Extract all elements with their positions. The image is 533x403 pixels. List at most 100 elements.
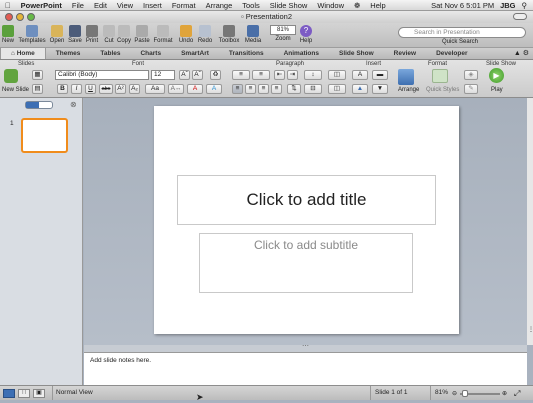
notes-splitter[interactable]: ⋯ (84, 343, 527, 352)
shape-button[interactable]: ▬ (372, 70, 388, 80)
fit-to-window-icon[interactable]: ⤢ (514, 389, 520, 399)
subscript-button[interactable]: A₂ (129, 84, 140, 94)
copy-button[interactable]: Copy (116, 25, 132, 44)
format-painter-button[interactable]: Format (152, 25, 174, 44)
tab-review[interactable]: Review (384, 48, 426, 59)
tab-transitions[interactable]: Transitions (219, 48, 274, 59)
font-name-select[interactable]: Calibri (Body) (55, 70, 149, 80)
character-spacing-button[interactable]: A↔ (168, 84, 184, 94)
menu-file[interactable]: File (67, 1, 89, 10)
shrink-font-button[interactable]: Aˇ (192, 70, 203, 80)
shape-line-button[interactable]: ✎ (464, 84, 478, 94)
slide-show-view-button[interactable]: ▣ (33, 389, 45, 398)
arrange-button[interactable]: Arrange (398, 87, 419, 93)
clear-formatting-button[interactable]: ♻ (210, 70, 221, 80)
zoom-slider-thumb[interactable] (462, 390, 468, 397)
menu-tools[interactable]: Tools (237, 1, 265, 10)
tab-smartart[interactable]: SmartArt (171, 48, 219, 59)
ribbon-options-icon[interactable]: ▲ ⚙ (514, 48, 533, 59)
open-button[interactable]: Open (49, 25, 65, 44)
menu-powerpoint[interactable]: PowerPoint (16, 1, 67, 10)
vertical-scrollbar[interactable]: ⋮ (527, 98, 533, 345)
font-color-button[interactable]: A (187, 84, 203, 94)
zoom-window-icon[interactable] (27, 13, 35, 21)
superscript-button[interactable]: A² (115, 84, 126, 94)
text-box-button[interactable]: A (352, 70, 368, 80)
zoom-in-icon[interactable]: ⊕ (502, 390, 507, 397)
grow-font-button[interactable]: Aˆ (179, 70, 190, 80)
zoom-out-icon[interactable]: ⊖ (452, 390, 457, 397)
slide-thumbnail[interactable] (21, 118, 68, 153)
new-slide-icon[interactable] (4, 69, 18, 83)
menu-format[interactable]: Format (167, 1, 201, 10)
tab-themes[interactable]: Themes (46, 48, 91, 59)
close-pane-icon[interactable]: ⊗ (70, 100, 77, 109)
redo-button[interactable]: Redo (196, 25, 214, 44)
undo-button[interactable]: Undo (176, 25, 196, 44)
section-button[interactable]: ▤ (32, 84, 43, 94)
menu-view[interactable]: View (112, 1, 138, 10)
insert-more-button[interactable]: ▼ (372, 84, 388, 94)
save-button[interactable]: Save (67, 25, 83, 44)
align-text-button[interactable]: ⊟ (304, 84, 322, 94)
play-button[interactable]: Play (491, 87, 503, 93)
notes-pane[interactable]: Add slide notes here. (84, 352, 527, 385)
font-size-select[interactable]: 12 (151, 70, 175, 80)
menu-slide-show[interactable]: Slide Show (265, 1, 313, 10)
align-left-button[interactable]: ≡ (232, 84, 243, 94)
text-direction-button[interactable]: ⇅ (287, 84, 301, 94)
outline-view-tab[interactable] (39, 102, 52, 108)
zoom-field[interactable]: 81% (270, 25, 296, 35)
subtitle-placeholder[interactable]: Click to add subtitle (199, 233, 413, 293)
slide-sorter-button[interactable]: ∷ (18, 389, 30, 398)
menu-arrange[interactable]: Arrange (201, 1, 238, 10)
quick-styles-icon[interactable] (432, 69, 448, 83)
menu-help[interactable]: Help (365, 1, 390, 10)
slide-canvas[interactable]: Click to add title Click to add subtitle (154, 106, 459, 334)
tab-slide-show[interactable]: Slide Show (329, 48, 384, 59)
minimize-window-icon[interactable] (16, 13, 24, 21)
zoom-control[interactable]: 81% Zoom (268, 25, 298, 42)
bullets-button[interactable]: ≡ (232, 70, 250, 80)
tab-animations[interactable]: Animations (274, 48, 329, 59)
italic-button[interactable]: I (71, 84, 82, 94)
bold-button[interactable]: B (57, 84, 68, 94)
spotlight-icon[interactable]: ⚲ (522, 1, 528, 10)
decrease-indent-button[interactable]: ⇤ (274, 70, 285, 80)
apple-icon[interactable]:  (0, 1, 16, 10)
user-name[interactable]: JBG (500, 1, 515, 10)
normal-view-button[interactable] (3, 389, 15, 398)
tab-tables[interactable]: Tables (90, 48, 130, 59)
numbering-button[interactable]: ≡ (252, 70, 270, 80)
close-window-icon[interactable] (5, 13, 13, 21)
tab-developer[interactable]: Developer (426, 48, 477, 59)
change-case-button[interactable]: Aa (145, 84, 165, 94)
underline-button[interactable]: U (85, 84, 96, 94)
align-right-button[interactable]: ≡ (258, 84, 269, 94)
increase-indent-button[interactable]: ⇥ (287, 70, 298, 80)
quick-styles-button[interactable]: Quick Styles (426, 87, 459, 93)
picture-button[interactable]: ▲ (352, 84, 368, 94)
toolbox-button[interactable]: Toolbox (216, 25, 242, 44)
help-button[interactable]: ? Help (298, 25, 314, 44)
menu-edit[interactable]: Edit (89, 1, 112, 10)
layout-button[interactable]: ▦ (32, 70, 43, 80)
columns-button[interactable]: ◫ (328, 70, 346, 80)
slides-view-tab[interactable] (26, 102, 39, 108)
title-placeholder[interactable]: Click to add title (177, 175, 436, 225)
arrange-icon[interactable] (398, 69, 414, 85)
tab-charts[interactable]: Charts (130, 48, 171, 59)
paste-button[interactable]: Paste (132, 25, 152, 44)
shape-fill-button[interactable]: ◈ (464, 70, 478, 80)
cut-button[interactable]: Cut (102, 25, 116, 44)
media-button[interactable]: Media (243, 25, 263, 44)
align-center-button[interactable]: ≡ (245, 84, 256, 94)
tab-home[interactable]: ⌂ Home (0, 48, 46, 59)
line-spacing-button[interactable]: ↕ (304, 70, 322, 80)
script-icon[interactable]: ❁ (349, 1, 365, 10)
search-input[interactable]: Search in Presentation (398, 27, 526, 38)
toolbar-toggle-icon[interactable] (513, 13, 527, 20)
templates-button[interactable]: Templates (17, 25, 47, 44)
scroll-arrows-icon[interactable]: ⋮ (528, 326, 533, 333)
menu-insert[interactable]: Insert (138, 1, 167, 10)
